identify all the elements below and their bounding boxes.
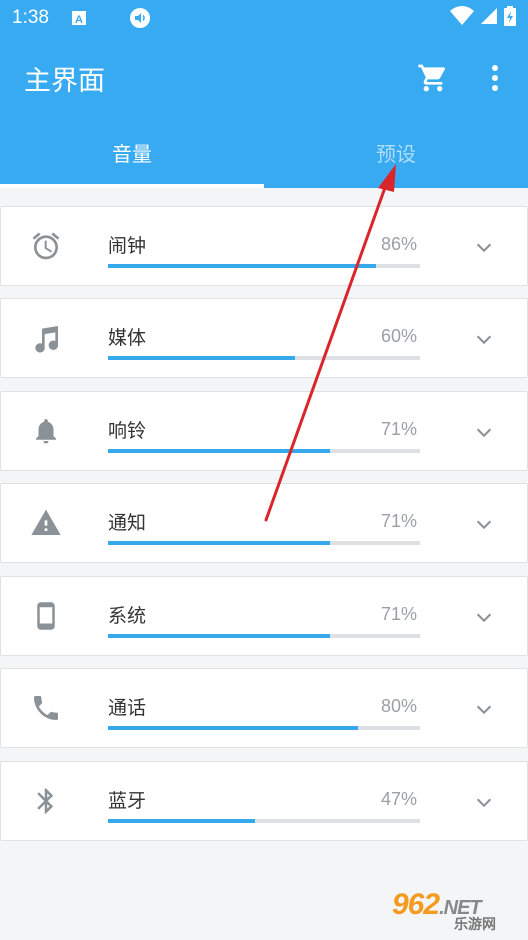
- warning-icon: [29, 506, 63, 540]
- chevron-down-icon[interactable]: [473, 421, 495, 447]
- chevron-down-icon[interactable]: [473, 698, 495, 724]
- volume-percent: 71%: [380, 511, 417, 531]
- bell-icon: [29, 414, 63, 448]
- volume-percent: 80%: [380, 696, 417, 716]
- volume-card-notification: 通知 71%: [0, 483, 528, 563]
- volume-label: 通知: [108, 512, 147, 534]
- music-note-icon: [29, 321, 63, 355]
- volume-percent: 47%: [380, 789, 417, 809]
- chevron-down-icon[interactable]: [473, 513, 495, 539]
- volume-slider-fill: [108, 726, 358, 730]
- cart-icon[interactable]: [417, 62, 449, 98]
- volume-notification-icon: [129, 7, 151, 29]
- bluetooth-icon: [29, 784, 63, 818]
- call-icon: [29, 691, 63, 725]
- watermark-logo: 962.NET 乐游网: [392, 888, 496, 933]
- volume-label: 蓝牙: [108, 790, 147, 812]
- volume-slider-fill: [108, 634, 330, 638]
- volume-slider[interactable]: [108, 541, 420, 545]
- volume-label: 系统: [108, 605, 147, 627]
- tab-volume[interactable]: 音量: [0, 120, 264, 188]
- chevron-down-icon[interactable]: [473, 606, 495, 632]
- phone-device-icon: [29, 599, 63, 633]
- volume-slider-fill: [108, 264, 377, 268]
- volume-slider[interactable]: [108, 356, 420, 360]
- volume-slider[interactable]: [108, 634, 420, 638]
- wifi-icon: [450, 6, 474, 30]
- volume-slider-fill: [108, 356, 296, 360]
- chevron-down-icon[interactable]: [473, 791, 495, 817]
- volume-card-media: 媒体 60%: [0, 298, 528, 378]
- volume-percent: 71%: [380, 604, 417, 624]
- tab-bar: 音量 预设: [0, 120, 528, 188]
- volume-slider[interactable]: [108, 819, 420, 823]
- volume-percent: 71%: [380, 419, 417, 439]
- volume-card-call: 通话 80%: [0, 668, 528, 748]
- keyboard-a-icon: A: [71, 10, 87, 26]
- chevron-down-icon[interactable]: [473, 236, 495, 262]
- tab-presets[interactable]: 预设: [264, 120, 528, 188]
- volume-card-ringer: 响铃 71%: [0, 391, 528, 471]
- volume-card-system: 系统 71%: [0, 576, 528, 656]
- volume-slider[interactable]: [108, 726, 420, 730]
- signal-icon: [480, 7, 498, 29]
- volume-label: 媒体: [108, 327, 147, 349]
- svg-text:A: A: [75, 14, 83, 26]
- alarm-icon: [29, 229, 63, 263]
- chevron-down-icon[interactable]: [473, 328, 495, 354]
- volume-slider-fill: [108, 541, 330, 545]
- status-bar: 1:38 A: [0, 0, 528, 36]
- app-bar: 主界面: [0, 36, 528, 120]
- volume-slider[interactable]: [108, 449, 420, 453]
- volume-slider-fill: [108, 819, 255, 823]
- page-title: 主界面: [24, 65, 105, 97]
- volume-percent: 86%: [380, 234, 417, 254]
- volume-label: 通话: [108, 697, 147, 719]
- status-time: 1:38: [12, 7, 49, 28]
- volume-card-alarm: 闹钟 86%: [0, 206, 528, 286]
- volume-label: 闹钟: [108, 235, 147, 257]
- volume-card-bluetooth: 蓝牙 47%: [0, 761, 528, 841]
- more-vert-icon[interactable]: [484, 62, 506, 98]
- volume-slider[interactable]: [108, 264, 420, 268]
- volume-slider-fill: [108, 449, 330, 453]
- battery-charging-icon: [504, 6, 516, 30]
- volume-label: 响铃: [108, 420, 147, 442]
- volume-percent: 60%: [380, 326, 417, 346]
